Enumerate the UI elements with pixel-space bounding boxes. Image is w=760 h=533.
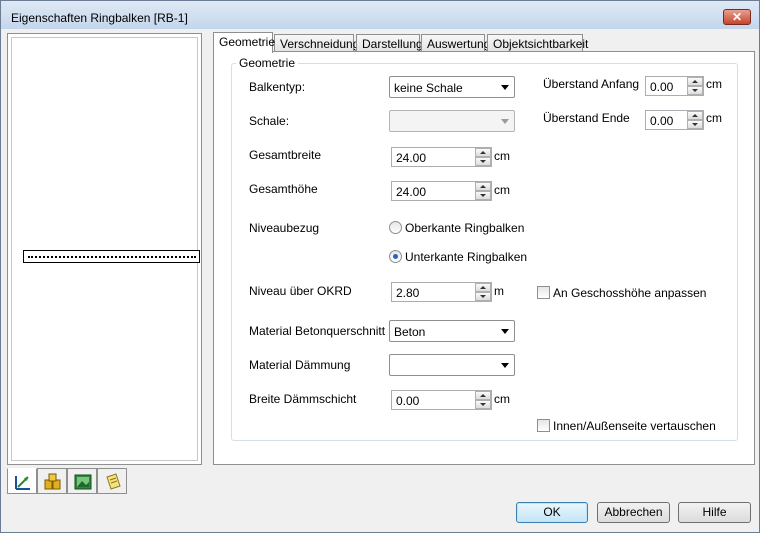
window-title: Eigenschaften Ringbalken [RB-1] <box>11 11 188 25</box>
spin-down-button[interactable] <box>475 157 491 166</box>
chevron-down-icon <box>501 119 509 124</box>
ueberstand-anfang-value: 0.00 <box>650 80 674 94</box>
ueberstand-ende-input[interactable]: 0.00 <box>645 110 704 130</box>
schale-select[interactable] <box>389 110 515 132</box>
radio-oberkante[interactable] <box>389 221 402 234</box>
balkentyp-select[interactable]: keine Schale <box>389 76 515 98</box>
vertauschen-label[interactable]: Innen/Außenseite vertauschen <box>553 419 716 433</box>
gesamtbreite-value: 24.00 <box>396 151 427 165</box>
preview-tab-picture[interactable] <box>67 468 97 494</box>
gesamthoehe-input[interactable]: 24.00 <box>391 181 492 201</box>
gesamthoehe-label: Gesamthöhe <box>249 182 318 196</box>
note-icon <box>106 473 121 490</box>
cancel-button[interactable]: Abbrechen <box>597 502 670 523</box>
material-daemmung-label: Material Dämmung <box>249 358 351 372</box>
ueberstand-ende-unit: cm <box>706 111 722 125</box>
gesamtbreite-spinner <box>475 148 491 166</box>
gesamthoehe-value: 24.00 <box>396 185 427 199</box>
niveau-label: Niveau über OKRD <box>249 284 352 298</box>
spin-down-button[interactable] <box>687 86 703 95</box>
material-beton-select[interactable]: Beton <box>389 320 515 342</box>
ueberstand-ende-value: 0.00 <box>650 114 674 128</box>
chevron-down-icon <box>501 329 509 334</box>
ueberstand-ende-spinner <box>687 111 703 129</box>
anpassen-checkbox[interactable] <box>537 286 550 299</box>
spin-down-button[interactable] <box>687 120 703 129</box>
dialog-window: Eigenschaften Ringbalken [RB-1] ✕ Geomet… <box>0 0 760 533</box>
beam-preview-shape <box>23 250 200 263</box>
dimension-icon <box>15 476 30 490</box>
tab-darstellung[interactable]: Darstellung <box>356 34 423 52</box>
gesamtbreite-input[interactable]: 24.00 <box>391 147 492 167</box>
gesamtbreite-unit: cm <box>494 149 510 163</box>
preview-tab-material[interactable] <box>37 468 67 494</box>
ueberstand-anfang-label: Überstand Anfang <box>543 77 640 91</box>
ueberstand-anfang-unit: cm <box>706 77 722 91</box>
niveau-input[interactable]: 2.80 <box>391 282 492 302</box>
material-stack-icon <box>44 473 61 490</box>
spin-up-button[interactable] <box>475 182 491 191</box>
breite-daemm-input[interactable]: 0.00 <box>391 390 492 410</box>
balkentyp-value: keine Schale <box>394 81 463 95</box>
ueberstand-ende-label: Überstand Ende <box>543 111 630 125</box>
material-daemmung-select[interactable] <box>389 354 515 376</box>
preview-tab-note[interactable] <box>97 468 127 494</box>
close-button[interactable]: ✕ <box>723 9 751 25</box>
breite-daemm-label: Breite Dämmschicht <box>249 392 357 406</box>
gesamthoehe-unit: cm <box>494 183 510 197</box>
breite-daemm-value: 0.00 <box>396 394 420 408</box>
schale-label: Schale: <box>249 114 290 128</box>
ueberstand-anfang-spinner <box>687 77 703 95</box>
breite-daemm-unit: cm <box>494 392 510 406</box>
spin-up-button[interactable] <box>687 77 703 86</box>
title-bar: Eigenschaften Ringbalken [RB-1] ✕ <box>1 1 759 29</box>
preview-pane <box>7 33 202 465</box>
niveau-spinner <box>475 283 491 301</box>
chevron-down-icon <box>501 363 509 368</box>
tab-verschneidung[interactable]: Verschneidung <box>274 34 359 52</box>
ok-button[interactable]: OK <box>516 502 588 523</box>
vertauschen-checkbox[interactable] <box>537 419 550 432</box>
gesamtbreite-label: Gesamtbreite <box>249 148 322 162</box>
spin-up-button[interactable] <box>475 283 491 292</box>
spin-down-button[interactable] <box>475 400 491 409</box>
spin-down-button[interactable] <box>475 292 491 301</box>
radio-unterkante[interactable] <box>389 250 402 263</box>
spin-up-button[interactable] <box>475 391 491 400</box>
gesamthoehe-spinner <box>475 182 491 200</box>
help-button[interactable]: Hilfe <box>678 502 751 523</box>
niveaubezug-label: Niveaubezug <box>249 221 320 235</box>
breite-daemm-spinner <box>475 391 491 409</box>
radio-oberkante-label[interactable]: Oberkante Ringbalken <box>405 221 524 235</box>
niveau-value: 2.80 <box>396 286 420 300</box>
tab-geometrie[interactable]: Geometrie <box>213 32 275 53</box>
tab-auswertung[interactable]: Auswertung <box>421 34 490 52</box>
material-beton-label: Material Betonquerschnitt <box>249 324 386 338</box>
picture-icon <box>74 474 92 490</box>
tab-objektsichtbarkeit[interactable]: Objektsichtbarkeit <box>487 34 588 52</box>
ueberstand-anfang-input[interactable]: 0.00 <box>645 76 704 96</box>
anpassen-label[interactable]: An Geschosshöhe anpassen <box>553 286 706 300</box>
spin-up-button[interactable] <box>687 111 703 120</box>
spin-up-button[interactable] <box>475 148 491 157</box>
preview-tab-dimension[interactable] <box>7 468 37 494</box>
beam-axis-line <box>28 256 196 258</box>
radio-unterkante-label[interactable]: Unterkante Ringbalken <box>405 250 527 264</box>
tab-panel-geometrie: Geometrie Balkentyp: keine Schale Schale… <box>213 51 755 465</box>
geometrie-group: Geometrie Balkentyp: keine Schale Schale… <box>231 56 738 441</box>
niveau-unit: m <box>494 284 504 298</box>
chevron-down-icon <box>501 85 509 90</box>
spin-down-button[interactable] <box>475 191 491 200</box>
group-title: Geometrie <box>236 56 299 70</box>
material-beton-value: Beton <box>394 325 426 339</box>
balkentyp-label: Balkentyp: <box>249 80 306 94</box>
preview-canvas <box>11 37 200 461</box>
